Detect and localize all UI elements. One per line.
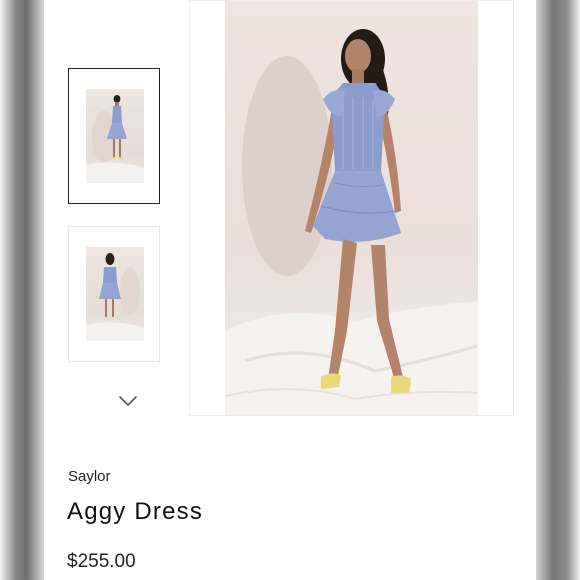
product-brand[interactable]: Saylor	[68, 468, 111, 485]
main-product-image-frame[interactable]	[189, 0, 514, 416]
next-image-button[interactable]	[114, 390, 142, 414]
product-price: $255.00	[67, 551, 136, 572]
thumbnail-front-view[interactable]	[68, 68, 160, 204]
main-product-image	[225, 1, 478, 415]
left-backdrop	[0, 0, 44, 580]
chevron-down-icon	[119, 396, 137, 406]
right-backdrop	[536, 0, 580, 580]
product-page: Saylor Aggy Dress $255.00	[44, 0, 536, 580]
product-title: Aggy Dress	[67, 498, 204, 525]
thumbnail-image	[86, 247, 144, 341]
thumbnail-image	[86, 89, 144, 183]
thumbnail-back-view[interactable]	[68, 226, 160, 362]
